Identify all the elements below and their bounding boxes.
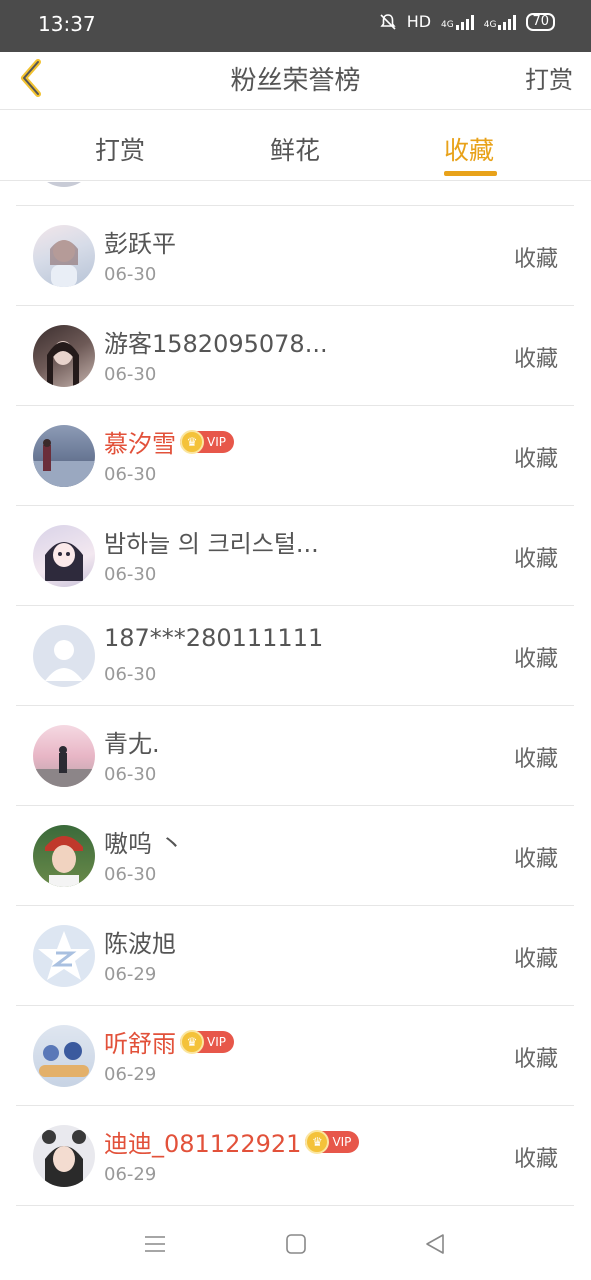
list-item[interactable]: 彭跃平 06-30 收藏: [16, 206, 574, 306]
list-item[interactable]: 慕汐雪 ♛ VIP 06-30 收藏: [16, 406, 574, 506]
item-date: 06-30: [104, 864, 157, 885]
status-icons: HD 4G 4G 70: [379, 12, 555, 31]
crown-icon: ♛: [180, 429, 204, 454]
item-date: 06-30: [104, 364, 157, 385]
user-name: 嗷呜 丶: [104, 830, 184, 858]
item-date: 06-30: [104, 182, 156, 185]
item-date: 06-30: [104, 464, 157, 485]
tab-bar: 打赏 鲜花 收藏: [0, 111, 591, 181]
girl-illustration-avatar: [33, 225, 95, 287]
network-label-1: 4G: [441, 19, 454, 30]
item-date: 06-29: [104, 1164, 157, 1185]
tab-flowers[interactable]: 鲜花: [270, 131, 320, 167]
item-action: 收藏: [513, 747, 558, 772]
battery-icon: 70: [526, 12, 555, 31]
menu-icon[interactable]: [143, 1232, 167, 1256]
item-action: 收藏: [513, 847, 558, 872]
hd-label: HD: [406, 12, 432, 31]
mute-bell-icon: [380, 13, 396, 30]
list-item[interactable]: 迪迪_081122921 ♛ VIP 06-29 收藏: [16, 1106, 574, 1206]
crown-icon: ♛: [305, 1129, 330, 1154]
default-person-avatar: [33, 625, 95, 687]
list-item[interactable]: 青尢. 06-30 收藏: [16, 706, 574, 806]
user-name: 彭跃平: [104, 230, 176, 258]
user-name: 迪迪_081122921: [104, 1130, 302, 1158]
status-bar: 13:37 HD 4G 4G 70: [0, 0, 591, 52]
woman-photo-avatar: [33, 325, 95, 387]
boy-hat-avatar: [33, 825, 95, 887]
crown-icon: ♛: [180, 1029, 204, 1054]
vip-label: VIP: [207, 1034, 226, 1049]
list-item[interactable]: 陈波旭 06-29 收藏: [16, 906, 574, 1006]
item-action: 收藏: [513, 1047, 558, 1072]
title-bar: 粉丝荣誉榜 打赏: [0, 52, 591, 110]
list-item[interactable]: 187***280111111 06-30 收藏: [16, 606, 574, 706]
item-action: 收藏: [513, 447, 558, 472]
item-date: 06-30: [104, 764, 157, 785]
anime-girl-avatar: [33, 525, 95, 587]
vip-label: VIP: [332, 1134, 352, 1149]
item-date: 06-29: [104, 964, 157, 985]
list-item[interactable]: 听舒雨 ♛ VIP 06-29 收藏: [16, 1006, 574, 1106]
user-name: 青尢.: [104, 730, 160, 758]
item-action: 收藏: [513, 247, 558, 272]
item-date: 06-29: [104, 1064, 157, 1085]
user-name: 187***280111111: [104, 624, 324, 652]
vip-label: VIP: [207, 434, 226, 449]
item-date: 06-30: [104, 664, 157, 685]
list-item[interactable]: 嗷呜 丶 06-30 收藏: [16, 806, 574, 906]
reward-button[interactable]: 打赏: [525, 60, 573, 95]
list-item-partial[interactable]: 06-30: [16, 182, 574, 206]
user-name: 陈波旭: [104, 930, 176, 958]
user-name: 慕汐雪: [104, 430, 176, 458]
qq-star-avatar: [33, 925, 95, 987]
vip-badge: ♛ VIP: [180, 429, 234, 454]
seaside-photo-avatar: [33, 425, 95, 487]
active-tab-indicator: [444, 171, 497, 176]
item-action: 收藏: [513, 947, 558, 972]
vip-badge: ♛ VIP: [305, 1129, 360, 1154]
girl-mouse-ears-avatar: [33, 1125, 95, 1187]
back-triangle-icon[interactable]: [423, 1232, 447, 1256]
item-action: 收藏: [513, 547, 558, 572]
user-name: 游客1582095078...: [104, 330, 328, 358]
signal-icon: 4G: [441, 14, 474, 30]
clock: 13:37: [38, 12, 96, 36]
home-icon[interactable]: [284, 1232, 308, 1256]
vip-badge: ♛ VIP: [180, 1029, 234, 1054]
item-action: 收藏: [513, 347, 558, 372]
item-date: 06-30: [104, 264, 157, 285]
item-action: 收藏: [513, 1147, 558, 1172]
list-item[interactable]: 游客1582095078... 06-30 收藏: [16, 306, 574, 406]
user-name: 听舒雨: [104, 1030, 176, 1058]
fan-list[interactable]: 06-30 彭跃平 06-30 收藏 游客1582095078... 06-30…: [0, 182, 591, 1208]
network-label-2: 4G: [483, 19, 497, 30]
tab-favorites[interactable]: 收藏: [444, 131, 494, 167]
item-date: 06-30: [104, 564, 157, 585]
page-title: 粉丝荣誉榜: [230, 66, 361, 96]
user-name: 밤하늘 의 크리스털...: [104, 530, 319, 558]
signal-icon-2: 4G: [484, 14, 517, 30]
food-photo-avatar: [33, 1025, 95, 1087]
cherry-blossom-avatar: [33, 725, 95, 787]
avatar: [33, 182, 95, 187]
list-item[interactable]: 밤하늘 의 크리스털... 06-30 收藏: [16, 506, 574, 606]
item-action: 收藏: [513, 647, 558, 672]
system-nav-bar: [0, 1208, 591, 1280]
tab-reward[interactable]: 打赏: [95, 131, 145, 167]
